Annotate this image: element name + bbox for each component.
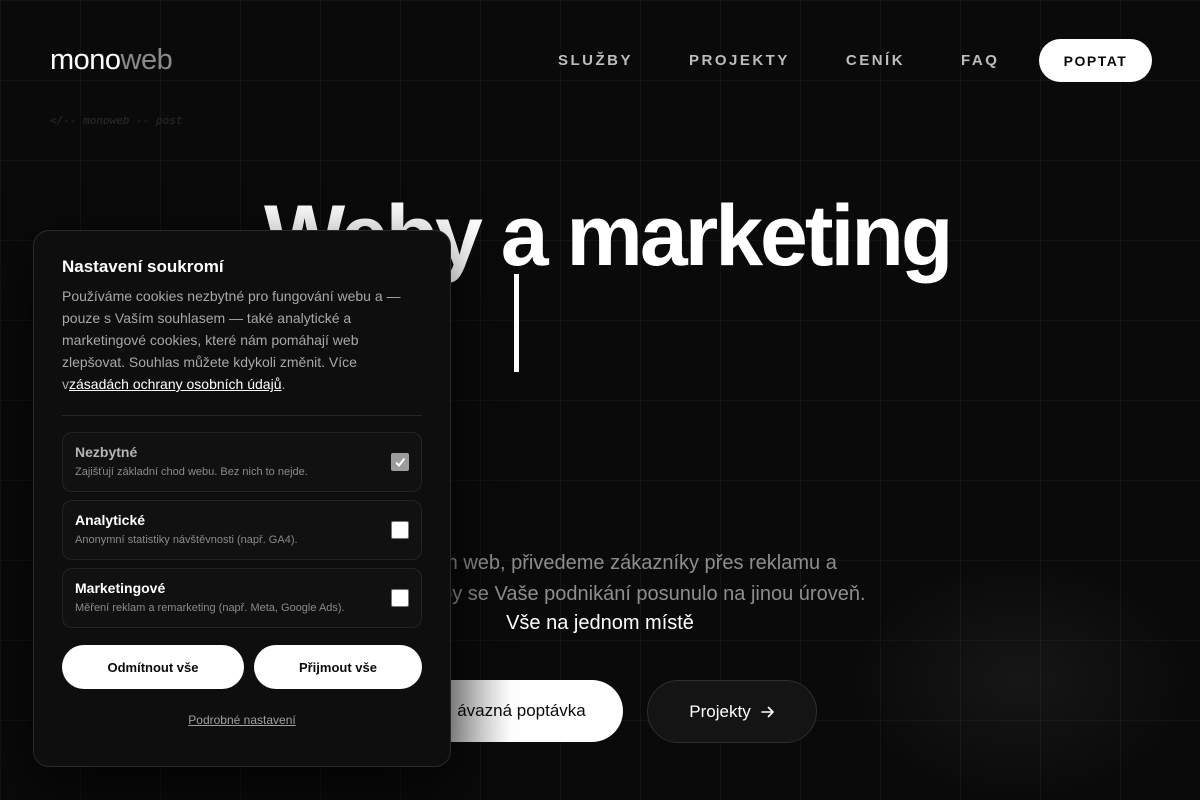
arrow-right-icon [760,706,774,717]
cookie-divider [62,415,422,416]
projects-button[interactable]: Projekty [647,680,817,743]
option-description: Zajišťují základní chod webu. Bez nich t… [75,466,308,478]
option-title: Nezbytné [75,444,138,460]
cookie-option-marketing: Marketingové Měření reklam a remarketing… [62,568,422,628]
logo-web: web [120,44,173,76]
nav-item-sluzby[interactable]: SLUŽBY [558,52,633,69]
privacy-policy-link[interactable]: zásadách ochrany osobních údajů [69,376,281,392]
cookie-title: Nastavení soukromí [62,257,224,276]
hero-subtitle-line1: ám web, přivedeme zákazníky přes reklamu… [430,552,837,574]
detailed-settings-link[interactable]: Podrobné nastavení [62,713,422,727]
hero-subtitle-line2: aby se Vaše podnikání posunulo na jinou … [430,583,866,605]
reject-all-button[interactable]: Odmítnout vše [62,645,244,689]
checkmark-icon [395,457,406,468]
cookie-option-necessary: Nezbytné Zajišťují základní chod webu. B… [62,432,422,492]
nav-item-projekty[interactable]: PROJEKTY [689,52,790,69]
code-comment: </-- monoweb -- post [50,114,183,127]
cookie-option-analytics: Analytické Anonymní statistiky návštěvno… [62,500,422,560]
option-title: Analytické [75,512,146,528]
option-title: Marketingové [75,580,166,596]
cookie-button-row: Odmítnout vše Přijmout vše [62,645,422,689]
typing-caret [514,274,519,372]
projects-button-label: Projekty [689,701,751,721]
option-description: Měření reklam a remarketing (např. Meta,… [75,602,345,614]
main-nav: SLUŽBY PROJEKTY CENÍK FAQ [558,52,999,69]
nav-item-cenik[interactable]: CENÍK [846,52,905,69]
cookie-description: Používáme cookies nezbytné pro fungování… [62,285,422,395]
inquiry-button-label: ávazná poptávka [457,701,586,720]
marketing-checkbox[interactable] [391,589,409,607]
hero-subtitle: ám web, přivedeme zákazníky přes reklamu… [430,548,950,610]
logo[interactable]: monoweb [50,44,173,77]
analytics-checkbox[interactable] [391,521,409,539]
logo-mono: mono [50,44,121,76]
nav-item-faq[interactable]: FAQ [961,52,999,69]
cookie-text-after: . [281,376,286,392]
cookie-consent-dialog: Nastavení soukromí Používáme cookies nez… [33,230,451,767]
accept-all-button[interactable]: Přijmout vše [253,645,422,689]
necessary-checkbox[interactable] [391,453,409,471]
poptat-button[interactable]: POPTAT [1039,39,1152,82]
option-description: Anonymní statistiky návštěvnosti (např. … [75,534,298,546]
